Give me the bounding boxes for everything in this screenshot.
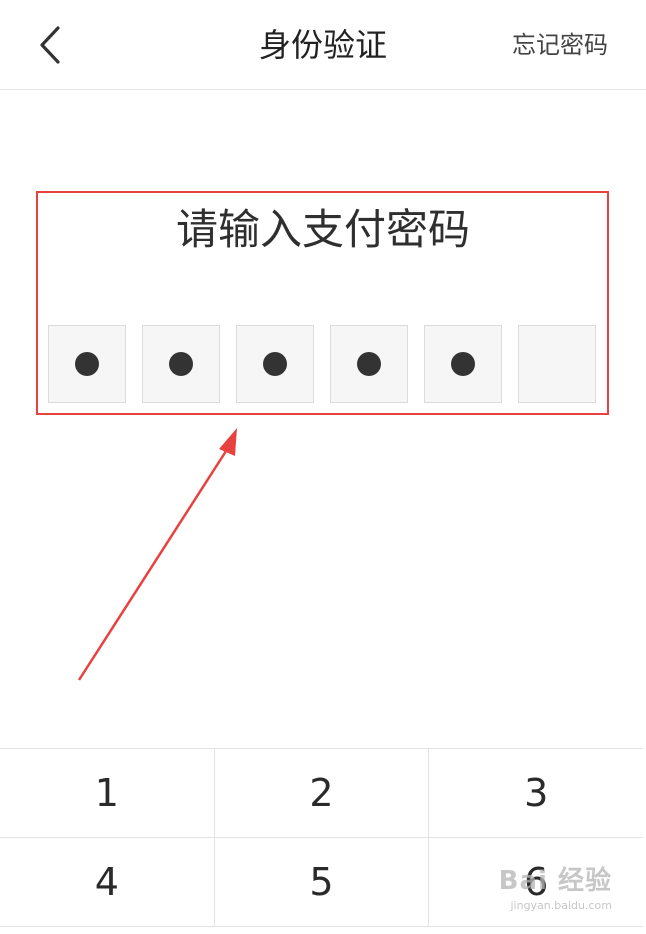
- forgot-password-link[interactable]: 忘记密码: [512, 0, 608, 90]
- highlight-box: [36, 191, 609, 415]
- back-button[interactable]: [28, 22, 74, 68]
- number-keypad: 1 2 3 4 5 6: [0, 748, 643, 927]
- key-3[interactable]: 3: [429, 749, 643, 837]
- key-2[interactable]: 2: [215, 749, 430, 837]
- key-1[interactable]: 1: [0, 749, 215, 837]
- chevron-left-icon: [40, 26, 60, 64]
- keypad-row: 4 5 6: [0, 838, 643, 927]
- keypad-row: 1 2 3: [0, 749, 643, 838]
- key-6[interactable]: 6: [429, 838, 643, 926]
- key-4[interactable]: 4: [0, 838, 215, 926]
- header-bar: 身份验证 忘记密码: [0, 0, 646, 90]
- key-5[interactable]: 5: [215, 838, 430, 926]
